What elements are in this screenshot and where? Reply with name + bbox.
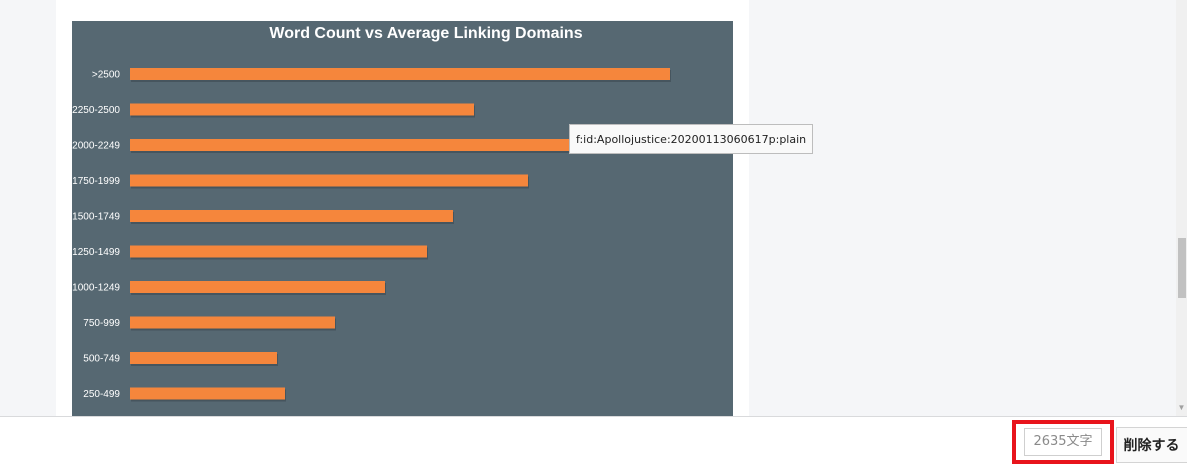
footer-bar [0,416,1187,465]
y-tick-label: 1000-1249 [72,283,120,294]
y-tick-label: 2250-2500 [72,105,120,116]
y-tick-label: 250-499 [83,389,120,400]
bars-group: >2500 2250-2500 2000-2249 1750-1999 1500-174… [72,68,671,402]
y-tick-label: 1250-1499 [72,247,120,258]
bar [130,210,453,222]
y-tick-label: 750-999 [83,318,120,329]
bar [130,352,277,364]
y-tick-label: 1750-1999 [72,176,120,187]
chart-title: Word Count vs Average Linking Domains [269,25,582,42]
y-tick-label: 500-749 [83,354,120,365]
scrollbar-thumb[interactable] [1178,238,1186,298]
chart-image[interactable]: Word Count vs Average Linking Domains >2… [72,21,733,416]
bar [130,245,427,258]
bar [130,316,335,329]
image-id-tooltip: f:id:Apollojustice:20200113060617p:plain [569,124,814,154]
bar [130,139,570,151]
y-tick-label: >2500 [92,70,121,81]
delete-button[interactable]: 削除する [1116,427,1187,463]
scroll-down-icon[interactable]: ▼ [1176,402,1187,413]
y-tick-label: 1500-1749 [72,212,120,223]
bar [130,387,285,400]
bar [130,68,670,80]
editor-area: Word Count vs Average Linking Domains >2… [0,0,1187,416]
bar-chart: Word Count vs Average Linking Domains >2… [72,25,671,402]
bar [130,174,528,187]
vertical-scrollbar[interactable]: ▼ [1176,0,1187,416]
word-count-highlight: 2635文字 [1012,420,1114,464]
bar [130,281,385,293]
y-tick-label: 2000-2249 [72,141,120,152]
bar [130,103,474,116]
word-count: 2635文字 [1024,428,1102,456]
